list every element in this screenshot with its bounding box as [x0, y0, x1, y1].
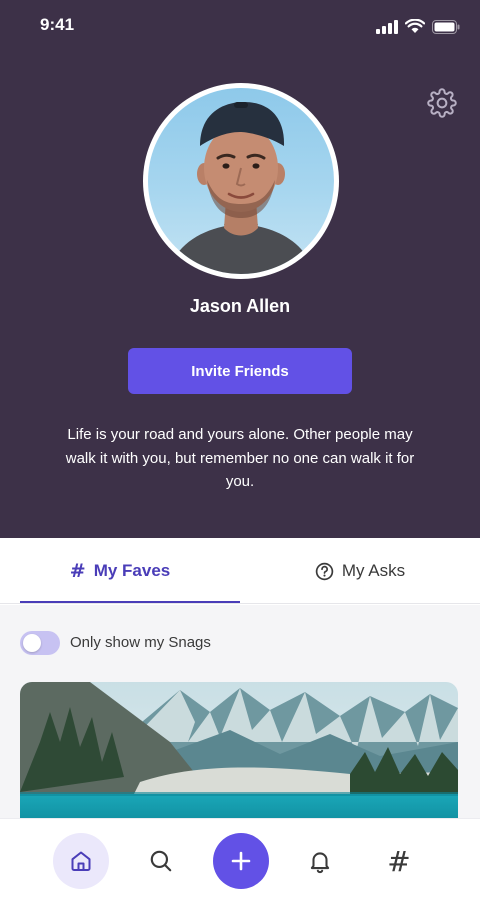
nav-search-button[interactable] [133, 833, 189, 889]
avatar[interactable] [143, 83, 339, 279]
tab-my-faves-label: My Faves [93, 561, 171, 580]
nav-hashtag-button[interactable]: # [371, 833, 427, 889]
status-time: 9:41 [40, 15, 75, 34]
status-bar: 9:41 [0, 0, 480, 54]
status-icons [376, 19, 460, 34]
snags-toggle[interactable] [20, 631, 60, 655]
hashtag-icon: # [387, 844, 411, 878]
tab-my-faves[interactable]: # My Faves [0, 538, 240, 604]
nav-home-button[interactable] [53, 833, 109, 889]
avatar-photo [148, 88, 334, 274]
settings-gear-icon[interactable] [427, 88, 457, 118]
tab-bar: # My Faves My Asks [0, 538, 480, 604]
plus-icon [231, 851, 251, 871]
signal-icon [376, 19, 398, 34]
wifi-icon [405, 19, 425, 33]
profile-name: Jason Allen [189, 296, 291, 316]
nav-notifications-button[interactable] [292, 833, 348, 889]
toggle-knob [23, 634, 41, 652]
snags-toggle-label: Only show my Snags [70, 634, 211, 651]
mountain-lake-image [20, 682, 458, 818]
home-icon [71, 851, 91, 871]
profile-bio: Life is your road and yours alone. Other… [65, 426, 415, 490]
search-icon [150, 850, 172, 872]
bottom-nav: # [0, 818, 480, 900]
bell-icon [310, 852, 330, 874]
profile-header: 9:41 Jason Allen Invite Friends Life is … [0, 0, 480, 538]
tab-my-asks[interactable]: My Asks [240, 538, 480, 604]
tab-my-asks-label: My Asks [341, 561, 406, 580]
nav-add-button[interactable] [213, 833, 269, 889]
question-circle-icon [315, 562, 334, 580]
invite-friends-button[interactable]: Invite Friends [128, 348, 352, 394]
battery-icon [432, 19, 460, 34]
active-tab-indicator [20, 601, 240, 603]
hashtag-icon: # [69, 560, 86, 582]
faves-content: Only show my Snags [0, 605, 480, 818]
fave-photo-card[interactable] [20, 682, 458, 818]
